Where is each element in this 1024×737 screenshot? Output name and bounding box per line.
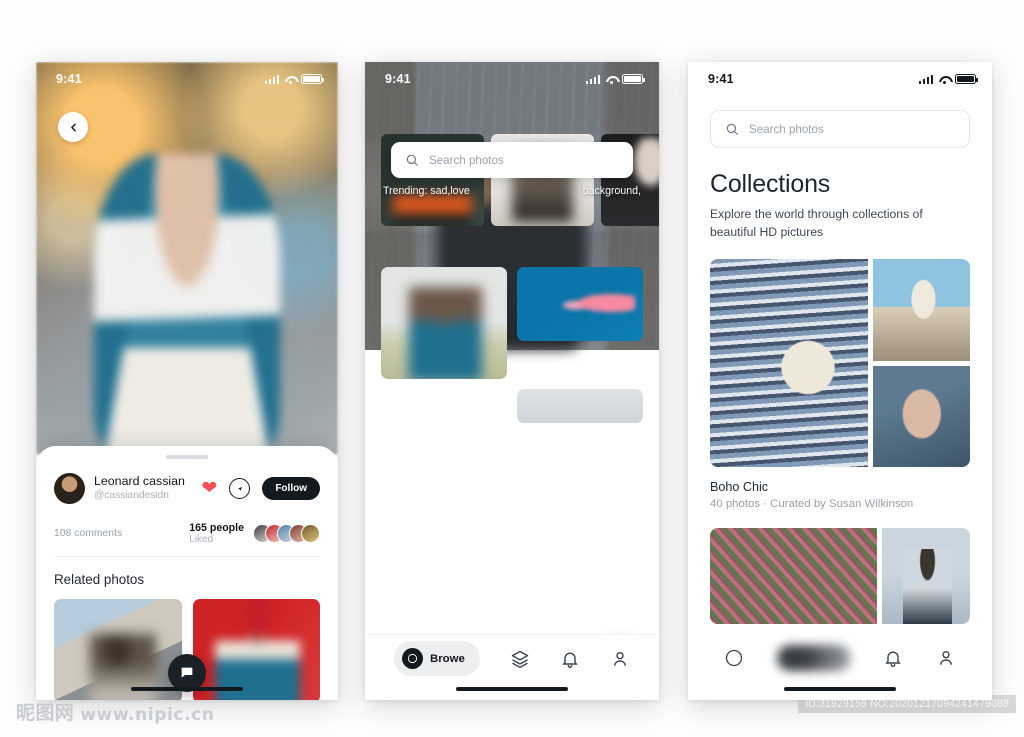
collections-body: Search photos Collections Explore the wo… [688,110,992,625]
status-time: 9:41 [708,72,734,86]
search-input[interactable]: Search photos [710,110,970,148]
grid-photo[interactable] [517,267,643,341]
person-icon [613,651,627,666]
liked-text: 165 people Liked [189,522,244,545]
comments-count[interactable]: 108 comments [54,528,122,539]
grid-photo[interactable] [517,389,643,423]
collection-name: Boho Chic [710,480,769,495]
home-indicator [131,686,243,691]
signal-icon [918,74,933,84]
status-time: 9:41 [56,72,82,86]
related-photos-title: Related photos [54,572,145,587]
battery-icon [955,74,979,84]
screenshot-canvas: 9:41 Leonard cassian @cassiandesidn ❤ Fo… [0,0,1024,737]
collection-photo[interactable] [872,259,970,361]
page-subtitle: Explore the world through collections of… [710,207,923,239]
page-title: Collections [710,170,831,198]
send-icon[interactable] [229,478,251,499]
nav-item-notifications[interactable] [560,649,580,669]
follow-button[interactable]: Follow [262,477,320,500]
collection-photo[interactable] [710,528,878,625]
status-time: 9:41 [385,72,411,86]
collection-meta: 40 photos · Curated by Susan Wilkinson [710,498,914,511]
avatar[interactable] [54,473,85,504]
home-indicator [456,686,568,691]
watermark-logo: 昵图网 www.nipic.cn [16,698,215,725]
search-placeholder: Search photos [749,122,824,136]
status-icons [264,74,325,84]
sheet-grabber[interactable] [166,455,208,459]
trending-keywords: Trending: sad,love background, [383,184,641,198]
home-indicator [784,686,896,691]
status-bar: 9:41 [36,62,338,96]
wifi-icon [605,75,617,84]
send-glyph [237,486,242,491]
status-icons [918,74,979,84]
search-icon [406,154,418,166]
author-handle: @cassiandesidn [94,490,169,502]
nav-item-profile[interactable] [610,649,630,669]
nav-item-active-pill[interactable] [776,645,851,671]
collection-thumbnails [710,259,970,468]
related-photo[interactable] [54,599,182,700]
compass-icon [402,648,424,669]
collection-photo[interactable] [710,259,868,468]
author-actions: ❤ Follow [201,477,320,500]
search-placeholder: Search photos [429,153,504,167]
status-bar: 9:41 [688,62,992,96]
trending-left[interactable]: Trending: sad,love [383,184,470,198]
trending-right[interactable]: background, [583,184,641,198]
status-bar: 9:41 [365,62,659,96]
liked-count: 165 people [189,522,244,534]
search-input[interactable]: Search photos [391,142,633,178]
liker-avatar [301,524,320,543]
compass-icon [726,649,743,667]
search-icon [726,123,738,135]
wifi-icon [284,75,296,84]
battery-icon [301,74,325,84]
watermark-site: www.nipic.cn [80,705,215,725]
grid-photo[interactable] [381,267,507,379]
liker-avatars[interactable] [253,524,320,543]
collection-thumbnails-next[interactable] [710,528,970,625]
watermark-logo-cn: 昵图网 [16,702,75,724]
bell-icon [562,652,578,668]
author-row: Leonard cassian @cassiandesidn ❤ Follow [54,473,320,504]
nav-item-notifications[interactable] [883,648,903,668]
related-photo[interactable] [192,599,320,700]
nav-browse-label: Browe [430,652,465,665]
status-icons [585,74,646,84]
author-name: Leonard cassian [94,474,185,489]
collection-card[interactable]: Boho Chic 40 photos · Curated by Susan W… [710,259,970,510]
nav-item-browse[interactable]: Browe [394,641,480,676]
phone-collections: 9:41 Search photos Collections Explore t… [688,62,992,700]
compass-glyph [407,653,418,664]
phone-browse: 9:41 Search photos Trending: sad,love ba… [365,62,659,700]
stats-row: 108 comments 165 people Liked [54,522,320,557]
liked-label: Liked [189,534,214,545]
heart-icon[interactable]: ❤ [201,479,217,498]
hero-photo-subject [94,154,280,464]
nav-item-browse[interactable] [724,648,744,668]
phone-photo-detail: 9:41 Leonard cassian @cassiandesidn ❤ Fo… [36,62,338,700]
collection-photo[interactable] [872,365,970,468]
nav-item-layers[interactable] [510,649,530,669]
chevron-left-icon [70,123,76,131]
back-button[interactable] [58,112,88,142]
signal-icon [264,74,279,84]
bell-icon [885,651,901,667]
nav-item-profile[interactable] [936,648,956,668]
collection-photo[interactable] [882,528,970,625]
wifi-icon [938,75,950,84]
layers-icon [511,650,529,668]
battery-icon [622,74,646,84]
signal-icon [585,74,600,84]
liked-group: 165 people Liked [189,522,320,545]
chat-icon [181,667,193,678]
author-text: Leonard cassian @cassiandesidn [94,474,185,502]
person-icon [939,650,952,665]
